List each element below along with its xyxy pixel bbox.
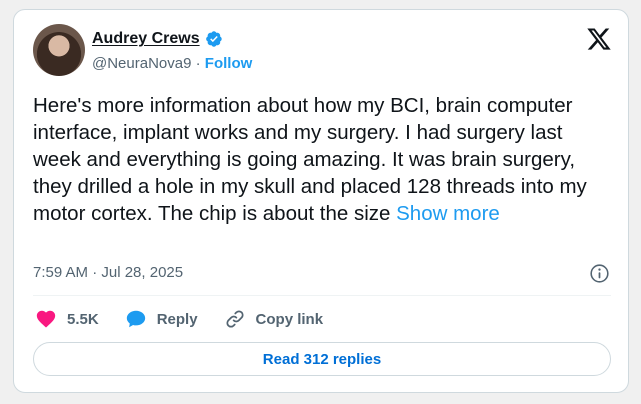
author-name-row: Audrey Crews [92, 30, 223, 48]
handle-separator: · [195, 55, 201, 72]
verified-badge-icon [205, 31, 222, 47]
reply-label: Reply [156, 310, 198, 328]
x-logo-icon[interactable] [586, 26, 612, 52]
copy-link-label: Copy link [255, 310, 324, 328]
follow-button[interactable]: Follow [205, 55, 253, 72]
speech-bubble-icon [126, 310, 145, 328]
copy-link-button[interactable]: Copy link [224, 308, 324, 330]
author-handle-row: @NeuraNova9 · Follow [92, 55, 252, 72]
like-button[interactable]: 5.5K [35, 308, 99, 330]
post-text: Here's more information about how my BCI… [33, 94, 587, 225]
author-name[interactable]: Audrey Crews [92, 30, 200, 48]
author-handle[interactable]: @NeuraNova9 [92, 55, 191, 72]
heart-icon [36, 310, 56, 328]
divider [33, 295, 611, 296]
post-body: Here's more information about how my BCI… [33, 92, 613, 227]
avatar[interactable] [33, 24, 85, 76]
read-replies-button[interactable]: Read 312 replies [33, 342, 611, 376]
show-more-link[interactable]: Show more [396, 202, 500, 225]
like-count: 5.5K [67, 310, 99, 328]
embedded-post-card: Audrey Crews @NeuraNova9 · Follow Here's… [13, 9, 629, 393]
post-timestamp[interactable]: 7:59 AM · Jul 28, 2025 [33, 264, 183, 281]
reply-button[interactable]: Reply [125, 308, 198, 330]
action-bar: 5.5K Reply Copy link [35, 308, 349, 330]
link-icon [226, 310, 244, 328]
info-icon[interactable] [589, 263, 610, 284]
